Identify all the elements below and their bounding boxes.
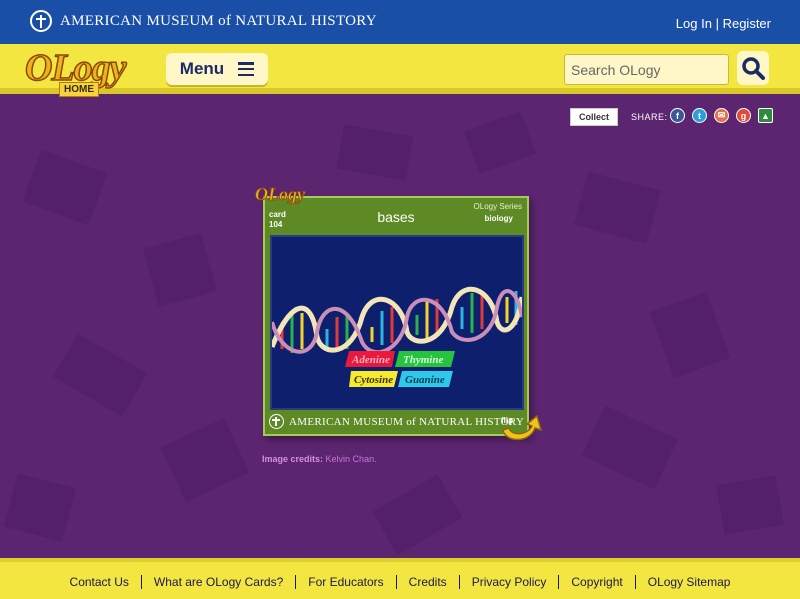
thymine-label: Thymine (403, 354, 443, 366)
main-content: Collect SHARE: f t ✉ g ▲ OLogy card 104 … (0, 100, 800, 558)
dna-helix-graphic: Adenine Thymine Cytosine Guanine (272, 286, 522, 387)
google-plus-icon[interactable]: g (736, 108, 751, 123)
footer-link-copyright[interactable]: Copyright (558, 575, 634, 589)
search-icon (742, 57, 765, 80)
cytosine-label: Cytosine (354, 374, 393, 386)
card-topic: biology (484, 214, 513, 223)
footer-link-for-educators[interactable]: For Educators (295, 575, 395, 589)
card-series: OLogy Series (473, 202, 522, 211)
guanine-label: Guanine (405, 374, 445, 386)
auth-separator: | (715, 16, 719, 31)
search-button[interactable] (737, 51, 769, 85)
site-header: OLogy HOME Menu (0, 44, 800, 97)
footer-nav: Contact Us What are OLogy Cards? For Edu… (0, 575, 800, 589)
amnh-logo[interactable]: AMERICAN MUSEUM of NATURAL HISTORY (30, 10, 377, 32)
amnh-emblem-icon (269, 414, 284, 429)
share-label: SHARE: (631, 112, 668, 122)
ology-home-label: HOME (59, 82, 99, 97)
card-footer-museum: AMERICAN MUSEUM of NATURAL HISTORY (289, 415, 525, 428)
amnh-emblem-icon (30, 10, 52, 32)
ology-card[interactable]: OLogy card 104 bases OLogy Series biolog… (255, 184, 529, 436)
footer-link-ology-sitemap[interactable]: OLogy Sitemap (634, 575, 743, 589)
card-footer-logo: AMERICAN MUSEUM of NATURAL HISTORY (269, 414, 524, 429)
email-icon[interactable]: ✉ (714, 108, 729, 123)
footer-link-what-are-ology-cards[interactable]: What are OLogy Cards? (140, 575, 295, 589)
google-classroom-icon[interactable]: ▲ (758, 108, 773, 123)
top-bar: AMERICAN MUSEUM of NATURAL HISTORY Log I… (0, 0, 800, 44)
menu-button[interactable]: Menu (166, 53, 268, 85)
image-credits-label: Image credits: (262, 454, 324, 464)
search-input[interactable] (564, 54, 729, 85)
twitter-icon[interactable]: t (692, 108, 707, 123)
login-link[interactable]: Log In (676, 16, 712, 31)
museum-name: AMERICAN MUSEUM of NATURAL HISTORY (60, 12, 377, 29)
hamburger-icon (238, 62, 255, 76)
register-link[interactable]: Register (723, 16, 771, 31)
auth-links: Log In | Register (676, 16, 771, 31)
footer-link-credits[interactable]: Credits (395, 575, 459, 589)
card-ology-badge: OLogy (255, 184, 306, 205)
dna-illustration: Adenine Thymine Cytosine Guanine (270, 235, 524, 410)
collect-button[interactable]: Collect (570, 108, 618, 126)
menu-label: Menu (179, 59, 225, 78)
ology-home-logo[interactable]: OLogy HOME (24, 46, 143, 106)
flip-arrow-icon[interactable] (499, 408, 547, 444)
facebook-icon[interactable]: f (670, 108, 685, 123)
image-credits: Image credits: Kelvin Chan. (262, 454, 377, 464)
site-footer: Contact Us What are OLogy Cards? For Edu… (0, 558, 800, 599)
adenine-label: Adenine (351, 354, 390, 366)
image-credits-value: Kelvin Chan. (325, 454, 377, 464)
footer-link-privacy-policy[interactable]: Privacy Policy (458, 575, 559, 589)
footer-link-contact-us[interactable]: Contact Us (58, 575, 141, 589)
